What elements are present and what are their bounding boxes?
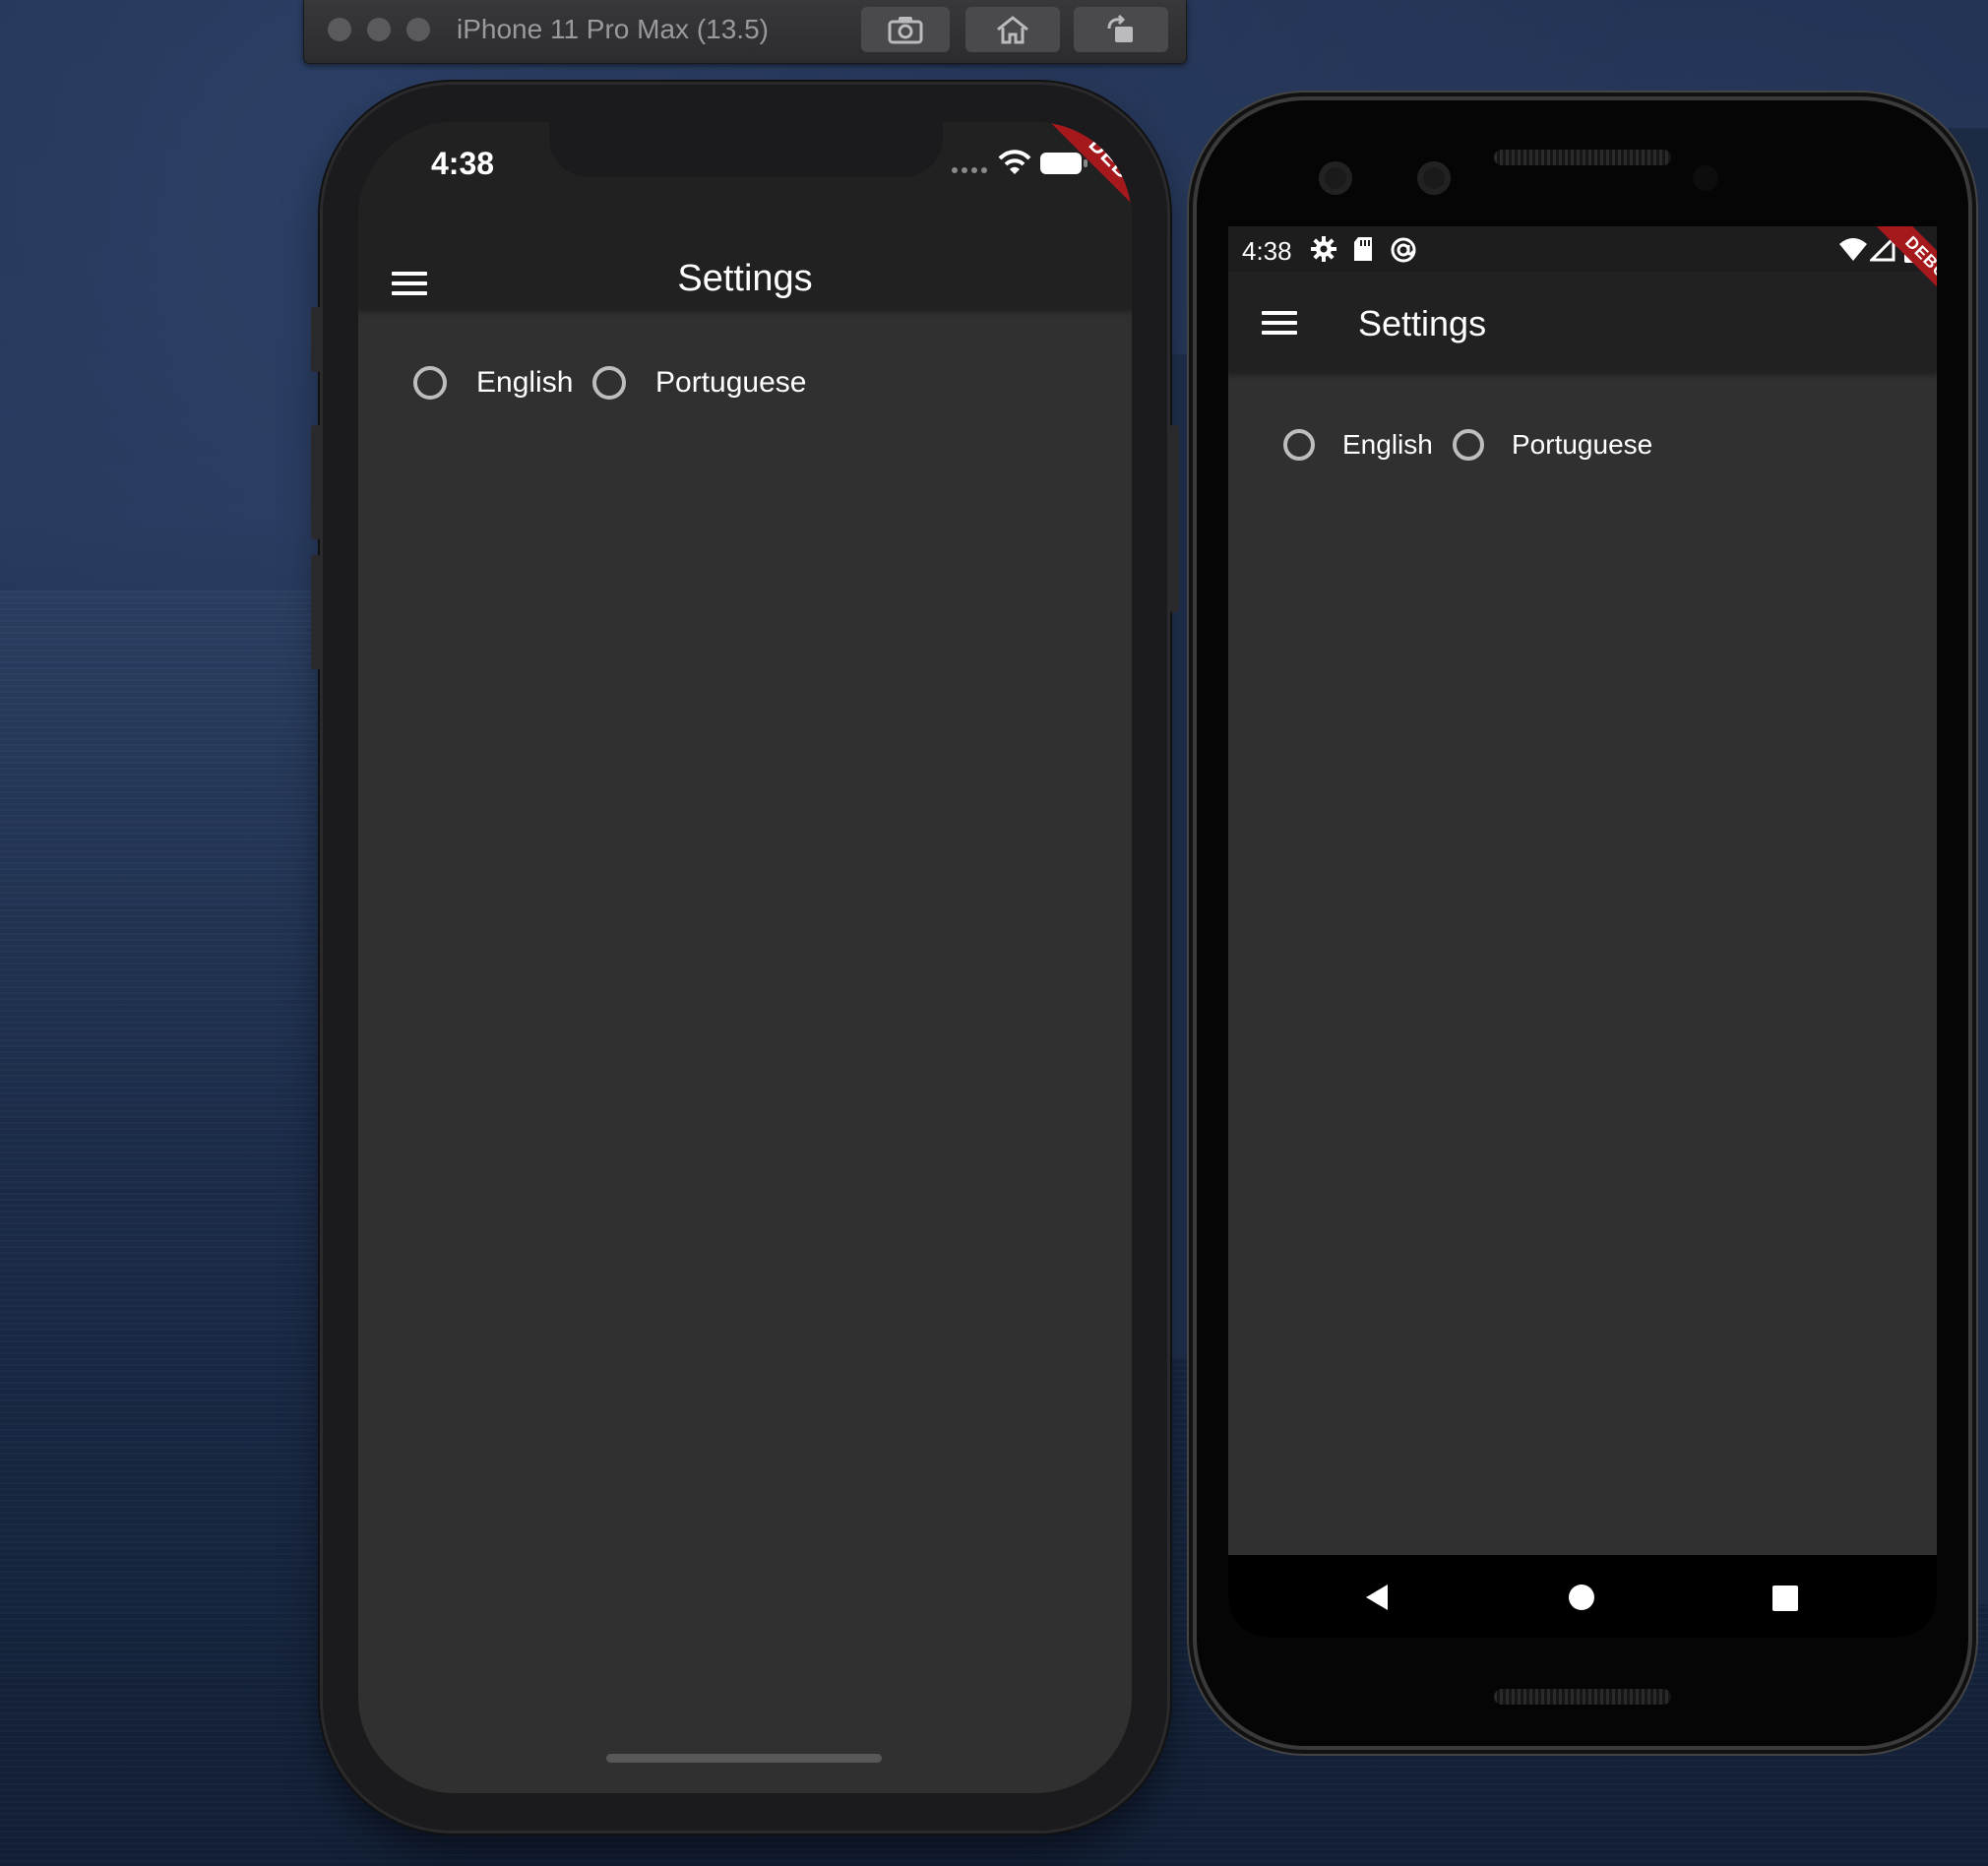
ios-page-title: Settings <box>677 258 813 299</box>
bottom-speaker-grille <box>1494 1689 1671 1705</box>
radio-label-english: English <box>1342 429 1433 460</box>
radio-english[interactable] <box>1283 429 1315 461</box>
battery-icon <box>1040 153 1087 174</box>
radio-english[interactable] <box>413 366 447 400</box>
rotate-icon <box>1107 15 1133 42</box>
home-button[interactable] <box>965 7 1060 52</box>
android-device-frame: 4:38 Settings DEBUG English Portuguese <box>1197 100 1968 1746</box>
back-icon[interactable] <box>1362 1583 1392 1612</box>
top-speaker-grille <box>1494 150 1671 165</box>
simulator-title: iPhone 11 Pro Max (13.5) <box>457 14 769 44</box>
menu-icon[interactable] <box>1262 311 1297 335</box>
gear-icon <box>1311 236 1336 262</box>
sd-card-icon <box>1354 237 1372 261</box>
ios-notch <box>549 122 943 177</box>
proximity-sensor <box>1693 165 1718 191</box>
front-camera-right <box>1417 161 1451 195</box>
android-app-bar <box>1228 272 1937 372</box>
wifi-icon <box>1839 238 1867 261</box>
volume-down-button <box>311 555 321 669</box>
at-sign-icon <box>1391 237 1416 263</box>
volume-up-button <box>311 425 321 539</box>
screenshot-icon <box>888 17 923 44</box>
rotate-button[interactable] <box>1074 7 1168 52</box>
battery-icon <box>1904 234 1918 263</box>
simulator-toolbar: iPhone 11 Pro Max (13.5) <box>303 0 1187 64</box>
radio-label-english: English <box>476 366 574 399</box>
cellular-dots-icon <box>952 167 987 173</box>
iphone-device-frame: 4:38 Settings DEBUG English Portuguese <box>311 85 1179 1831</box>
zoom-window-button[interactable] <box>406 18 430 41</box>
home-icon[interactable] <box>1567 1583 1596 1612</box>
ios-home-indicator[interactable] <box>606 1754 882 1763</box>
android-status-time: 4:38 <box>1242 236 1292 266</box>
recents-icon[interactable] <box>1771 1585 1799 1612</box>
radio-label-portuguese: Portuguese <box>655 366 807 399</box>
side-power-button <box>1169 425 1179 612</box>
android-screen: 4:38 Settings DEBUG English Portuguese <box>1228 226 1937 1638</box>
ios-screen: 4:38 Settings DEBUG English Portuguese <box>358 122 1132 1793</box>
ios-status-time: 4:38 <box>431 146 495 181</box>
close-window-button[interactable] <box>328 18 351 41</box>
mute-switch <box>311 307 321 372</box>
android-navigation-bar <box>1228 1555 1937 1638</box>
screenshot-button[interactable] <box>861 7 950 52</box>
minimize-window-button[interactable] <box>367 18 391 41</box>
radio-label-portuguese: Portuguese <box>1512 429 1653 460</box>
signal-icon <box>1870 236 1895 262</box>
radio-portuguese[interactable] <box>592 366 626 400</box>
front-camera-left <box>1319 161 1352 195</box>
radio-portuguese[interactable] <box>1453 429 1484 461</box>
home-icon <box>997 16 1028 44</box>
wifi-icon <box>998 150 1031 174</box>
android-page-title: Settings <box>1358 303 1487 343</box>
